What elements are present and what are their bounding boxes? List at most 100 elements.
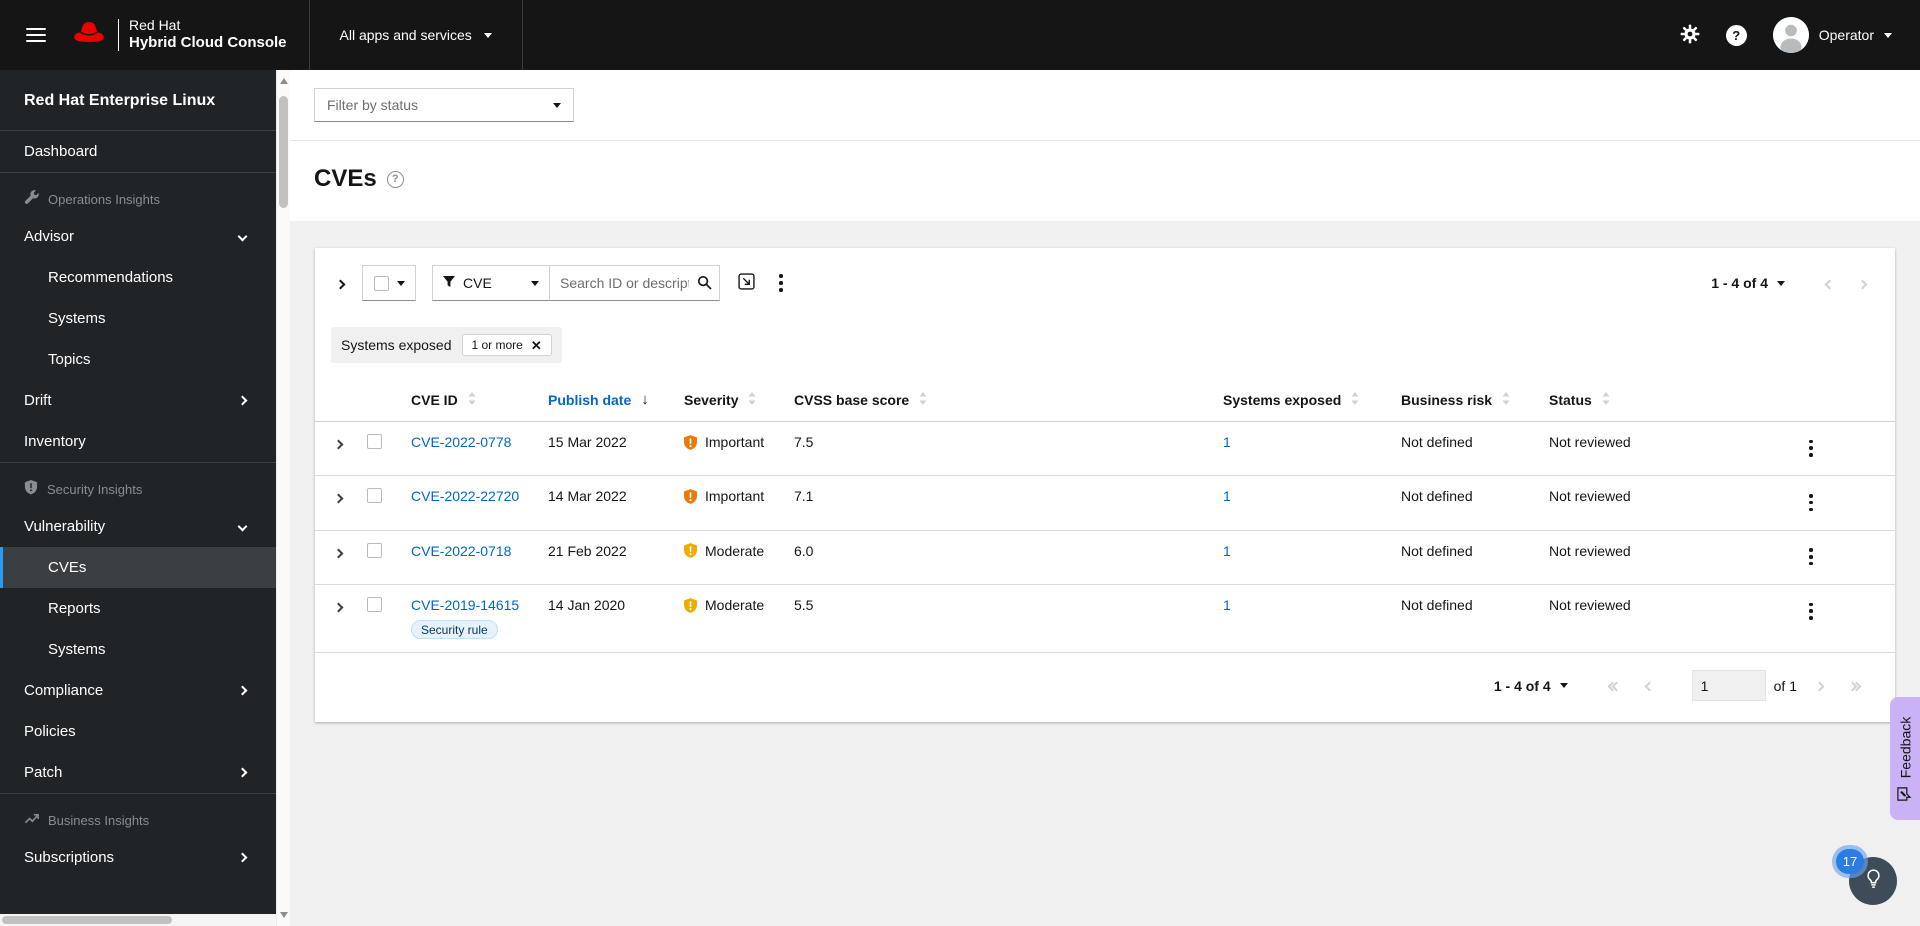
page-number-input[interactable]	[1691, 670, 1766, 702]
row-kebab-menu[interactable]	[1801, 434, 1821, 462]
user-menu[interactable]: Operator	[1772, 17, 1892, 53]
status-cell: Not reviewed	[1541, 475, 1793, 531]
brand-logo[interactable]: Red Hat Hybrid Cloud Console	[70, 17, 287, 53]
chevron-right-icon	[335, 279, 346, 289]
systems-exposed-link[interactable]: 1	[1223, 543, 1231, 559]
question-mark-icon: ?	[1725, 24, 1747, 46]
app-switcher-dropdown[interactable]: All apps and services	[308, 0, 523, 70]
row-expand-button[interactable]	[329, 488, 348, 507]
search-input[interactable]	[550, 265, 720, 301]
sidebar-item-systems[interactable]: Systems	[0, 298, 276, 339]
filter-chip: 1 or more ✕	[461, 334, 552, 356]
business-risk-cell: Not defined	[1393, 530, 1541, 586]
sidebar-scrollbar[interactable]	[276, 70, 290, 926]
row-expand-button[interactable]	[329, 543, 348, 562]
chevron-right-icon	[333, 602, 344, 613]
sidebar-section-security-insights: Security Insights	[0, 463, 276, 506]
scrollbar-thumb[interactable]	[279, 96, 288, 208]
username-label: Operator	[1818, 27, 1874, 43]
systems-exposed-link[interactable]: 1	[1223, 488, 1231, 504]
cve-id-link[interactable]: CVE-2022-0778	[411, 434, 511, 450]
sidebar-item-cves[interactable]: CVEs	[0, 547, 276, 588]
help-button[interactable]: ?	[1725, 24, 1747, 46]
chevron-right-icon	[237, 852, 248, 863]
row-checkbox[interactable]	[367, 488, 382, 504]
col-header-cve-id[interactable]: CVE ID	[403, 383, 540, 422]
col-header-severity[interactable]: Severity	[676, 383, 786, 422]
bulk-select-checkbox[interactable]	[373, 275, 389, 291]
sidebar-item-policies[interactable]: Policies	[0, 711, 276, 752]
cve-id-link[interactable]: CVE-2022-22720	[411, 488, 519, 504]
avatar	[1772, 17, 1809, 53]
col-header-cvss[interactable]: CVSS base score	[786, 383, 1215, 422]
filter-chip-group: Systems exposed 1 or more ✕	[331, 327, 562, 363]
systems-exposed-link[interactable]: 1	[1223, 597, 1231, 613]
row-checkbox[interactable]	[367, 434, 382, 449]
sidebar-item-recommendations[interactable]: Recommendations	[0, 257, 276, 298]
col-header-systems-exposed[interactable]: Systems exposed	[1215, 383, 1393, 422]
bulk-select-dropdown[interactable]	[362, 265, 416, 301]
toolbar-kebab-menu[interactable]	[771, 269, 791, 297]
sidebar-title: Red Hat Enterprise Linux	[24, 92, 216, 109]
col-header-status[interactable]: Status	[1541, 383, 1793, 422]
sidebar-horizontal-scrollbar[interactable]	[0, 914, 276, 926]
chevron-down-icon	[531, 280, 539, 286]
cve-id-link[interactable]: CVE-2022-0718	[411, 543, 511, 559]
next-page-button[interactable]	[1846, 272, 1879, 295]
status-filter-bar: Filter by status	[290, 70, 1920, 141]
filter-type-label: CVE	[463, 275, 492, 291]
sidebar-item-subscriptions[interactable]: Subscriptions	[0, 837, 276, 878]
row-kebab-menu[interactable]	[1801, 488, 1821, 516]
chip-close-button[interactable]: ✕	[531, 339, 542, 352]
sidebar-item-topics[interactable]: Topics	[0, 339, 276, 380]
col-header-business-risk[interactable]: Business risk	[1393, 383, 1541, 422]
sidebar-item-inventory[interactable]: Inventory	[0, 421, 276, 462]
scroll-up-arrow-icon[interactable]	[280, 78, 288, 84]
chevron-down-icon	[396, 280, 405, 286]
business-risk-cell: Not defined	[1393, 584, 1541, 654]
cve-id-link[interactable]: CVE-2019-14615	[411, 597, 519, 613]
page-help-icon[interactable]: ?	[386, 170, 404, 188]
prev-page-button[interactable]	[1633, 674, 1666, 697]
virtual-assistant-button[interactable]: 17	[1836, 849, 1897, 905]
table-row: CVE-2022-22720 14 Mar 2022 Important 7.1…	[315, 475, 1895, 531]
scroll-down-arrow-icon[interactable]	[280, 912, 288, 918]
sidebar-item-patch[interactable]: Patch	[0, 752, 276, 793]
status-filter-select[interactable]: Filter by status	[314, 88, 574, 122]
sidebar-item-drift[interactable]: Drift	[0, 380, 276, 421]
sidebar-item-dashboard[interactable]: Dashboard	[0, 131, 276, 172]
expand-all-button[interactable]	[331, 270, 350, 297]
sidebar-item-systems[interactable]: Systems	[0, 629, 276, 670]
menu-toggle-button[interactable]	[26, 24, 46, 46]
systems-exposed-link[interactable]: 1	[1223, 434, 1231, 450]
chevron-right-icon	[237, 685, 248, 696]
export-button[interactable]	[732, 267, 761, 299]
prev-page-button[interactable]	[1813, 272, 1846, 295]
row-kebab-menu[interactable]	[1801, 543, 1821, 571]
chevron-right-icon	[237, 395, 248, 406]
sidebar-item-compliance[interactable]: Compliance	[0, 670, 276, 711]
col-header-publish-date[interactable]: Publish date ↓	[540, 383, 676, 422]
pagination-menu-toggle[interactable]: 1 - 4 of 4	[1711, 275, 1785, 291]
search-icon[interactable]	[697, 275, 712, 295]
feedback-tab[interactable]: Feedback	[1890, 697, 1920, 820]
sidebar-item-advisor[interactable]: Advisor	[0, 216, 276, 257]
status-cell: Not reviewed	[1541, 530, 1793, 586]
row-expand-button[interactable]	[329, 597, 348, 616]
row-kebab-menu[interactable]	[1801, 597, 1821, 625]
chevron-down-icon	[1777, 280, 1785, 286]
sidebar-item-reports[interactable]: Reports	[0, 588, 276, 629]
row-expand-button[interactable]	[329, 434, 348, 453]
last-page-button[interactable]	[1836, 674, 1873, 697]
next-page-button[interactable]	[1803, 674, 1836, 697]
severity-shield-icon	[684, 543, 697, 559]
sidebar-item-vulnerability[interactable]: Vulnerability	[0, 506, 276, 547]
first-page-button[interactable]	[1596, 674, 1633, 697]
chevron-down-icon	[1559, 683, 1568, 689]
settings-button[interactable]	[1680, 24, 1700, 47]
chevron-right-icon	[333, 439, 344, 450]
pagination-menu-toggle[interactable]: 1 - 4 of 4	[1494, 678, 1568, 694]
row-checkbox[interactable]	[367, 542, 382, 558]
row-checkbox[interactable]	[367, 597, 382, 613]
filter-type-dropdown[interactable]: CVE	[432, 265, 550, 301]
